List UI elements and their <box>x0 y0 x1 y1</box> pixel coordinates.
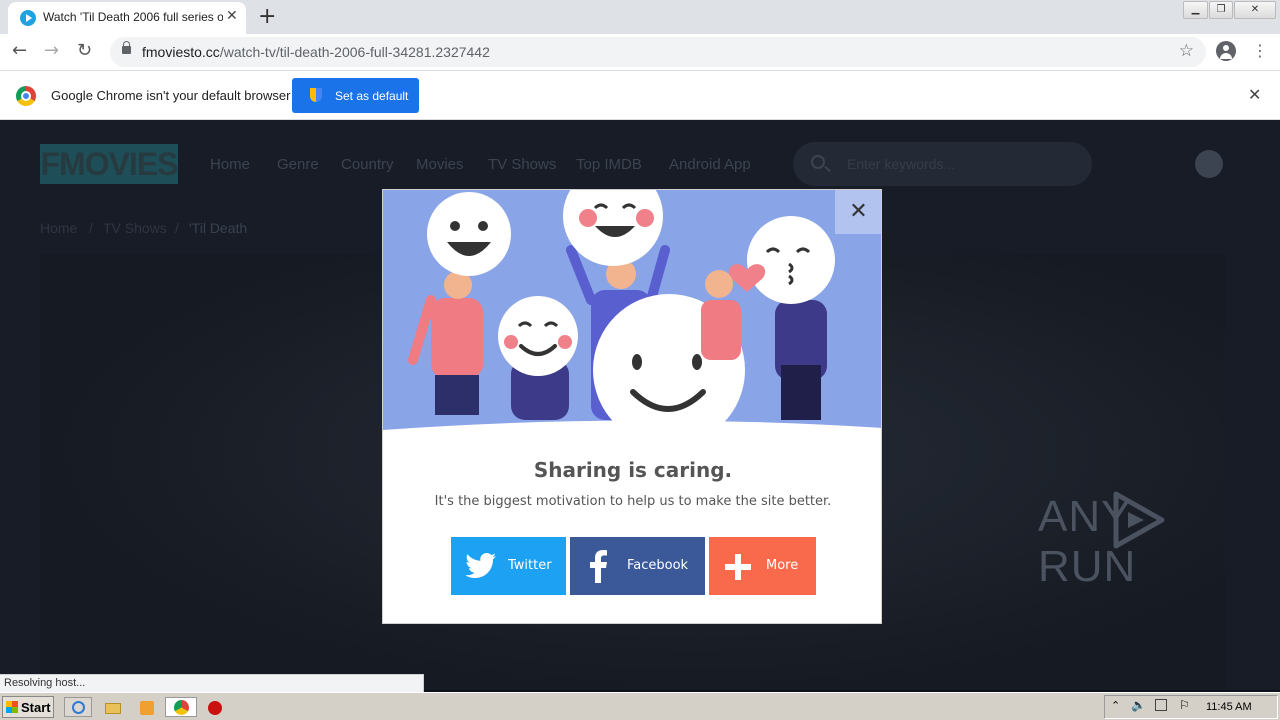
set-as-default-button[interactable]: Set as default <box>292 78 419 113</box>
new-tab-button[interactable]: + <box>258 4 276 29</box>
search-icon[interactable] <box>811 155 825 169</box>
breadcrumb-separator: / <box>89 220 93 236</box>
forward-button[interactable]: → <box>44 40 59 61</box>
infobar-message: Google Chrome isn't your default browser <box>51 88 291 103</box>
modal-title: Sharing is caring. <box>533 458 733 482</box>
more-label: More <box>766 558 799 573</box>
bookmark-star-icon[interactable]: ☆ <box>1179 41 1194 61</box>
nav-home[interactable]: Home <box>210 156 250 173</box>
url-domain: fmoviesto.cc <box>142 44 220 60</box>
breadcrumb-home[interactable]: Home <box>40 220 77 236</box>
default-browser-infobar: Google Chrome isn't your default browser… <box>0 71 1280 120</box>
twitter-label: Twitter <box>508 558 552 573</box>
plus-icon <box>725 554 751 580</box>
site-search-input[interactable]: Enter keywords... <box>793 142 1092 186</box>
nav-country[interactable]: Country <box>341 156 394 173</box>
tab-close-icon[interactable]: ✕ <box>226 8 238 24</box>
nav-android-app[interactable]: Android App <box>669 156 751 173</box>
nav-movies[interactable]: Movies <box>416 156 464 173</box>
search-placeholder: Enter keywords... <box>847 156 956 172</box>
tab-strip: Watch 'Til Death 2006 full series on F ✕… <box>0 0 1280 34</box>
twitter-share-button[interactable]: Twitter <box>451 537 566 595</box>
shield-icon <box>310 88 322 102</box>
facebook-f-icon <box>590 550 607 583</box>
menu-icon[interactable]: ⋮ <box>1252 41 1268 60</box>
modal-subtitle: It's the biggest motivation to help us t… <box>434 494 832 509</box>
flag-icon[interactable]: ⚐ <box>1179 698 1190 712</box>
tab-title: Watch 'Til Death 2006 full series on F <box>43 10 223 24</box>
nav-top-imdb[interactable]: Top IMDB <box>576 156 642 173</box>
site-favicon-icon <box>20 10 36 26</box>
site-logo[interactable]: FMOVIES <box>40 144 179 184</box>
sharing-illustration <box>383 190 881 436</box>
breadcrumb-tv-shows[interactable]: TV Shows <box>103 220 167 236</box>
modal-close-button[interactable]: ✕ <box>835 190 881 234</box>
breadcrumb-separator: / <box>175 220 179 236</box>
browser-tab[interactable]: Watch 'Til Death 2006 full series on F ✕ <box>8 2 246 34</box>
minimize-button[interactable]: ▁ <box>1183 1 1208 19</box>
start-button[interactable]: Start <box>2 696 54 718</box>
start-label: Start <box>21 700 51 715</box>
twitter-bird-icon <box>465 553 496 578</box>
stop-icon[interactable] <box>200 697 228 717</box>
network-icon[interactable] <box>1155 699 1167 711</box>
reload-button[interactable]: ↻ <box>77 40 92 61</box>
lock-icon[interactable] <box>122 41 131 54</box>
play-triangle-icon <box>1113 491 1165 549</box>
chrome-taskbar-icon[interactable] <box>165 697 197 717</box>
more-share-button[interactable]: More <box>709 537 816 595</box>
volume-icon[interactable]: 🔈 <box>1131 698 1146 712</box>
tray-expand-icon[interactable]: ⌃ <box>1111 699 1120 712</box>
browser-toolbar: ← → ↻ fmoviesto.cc/watch-tv/til-death-20… <box>0 34 1280 71</box>
set-as-default-label: Set as default <box>335 89 409 103</box>
chrome-logo-icon <box>16 86 36 106</box>
facebook-label: Facebook <box>627 558 689 573</box>
status-bar: Resolving host... <box>0 674 424 692</box>
share-modal: ✕ Sharing is caring. It's the biggest mo… <box>382 189 882 624</box>
explorer-folder-icon[interactable] <box>98 697 126 717</box>
media-player-icon[interactable] <box>132 697 160 717</box>
facebook-share-button[interactable]: Facebook <box>570 537 705 595</box>
address-bar[interactable]: fmoviesto.cc/watch-tv/til-death-2006-ful… <box>110 37 1206 67</box>
back-button[interactable]: ← <box>12 40 27 61</box>
windows-taskbar: Start ⌃ 🔈 ⚐ 11:45 AM <box>0 692 1280 720</box>
profile-icon[interactable] <box>1216 41 1236 61</box>
url-text[interactable]: fmoviesto.cc/watch-tv/til-death-2006-ful… <box>142 44 490 60</box>
breadcrumb-current: 'Til Death <box>189 220 248 236</box>
nav-genre[interactable]: Genre <box>277 156 319 173</box>
maximize-button[interactable]: ❐ <box>1209 1 1233 19</box>
windows-logo-icon <box>6 701 18 713</box>
url-path: /watch-tv/til-death-2006-full-34281.2327… <box>219 44 490 60</box>
window-close-button[interactable]: ✕ <box>1234 1 1276 19</box>
system-tray: ⌃ 🔈 ⚐ <box>1104 695 1278 719</box>
infobar-close-icon[interactable]: ✕ <box>1248 85 1261 104</box>
ie-icon[interactable] <box>64 697 92 717</box>
nav-tv-shows[interactable]: TV Shows <box>488 156 556 173</box>
user-account-icon[interactable] <box>1195 150 1223 178</box>
taskbar-clock[interactable]: 11:45 AM <box>1206 701 1252 713</box>
